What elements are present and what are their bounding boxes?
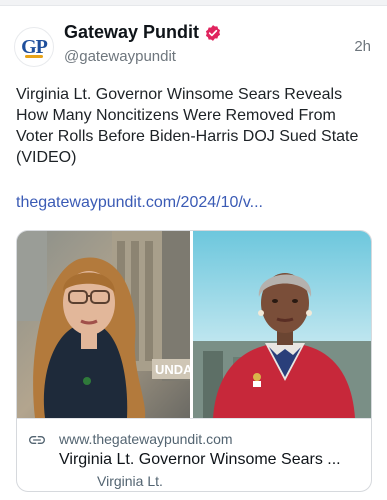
post-link[interactable]: thegatewaypundit.com/2024/10/v... [16, 194, 263, 212]
author-name-row: Gateway Pundit [64, 22, 222, 43]
video-still-left: UNDAY [17, 231, 190, 418]
image-overlay-text: UNDAY [155, 362, 190, 377]
link-preview-image[interactable]: UNDAY [17, 231, 371, 418]
link-preview-card[interactable]: UNDAY [16, 230, 372, 492]
top-divider [0, 0, 387, 6]
author-handle[interactable]: @gatewaypundit [64, 48, 176, 65]
avatar-logo-text: GP [21, 36, 48, 58]
video-still-right [193, 231, 371, 418]
verified-badge-icon [205, 24, 221, 41]
post-timestamp: 2h [354, 38, 371, 55]
avatar[interactable]: GP [14, 27, 54, 67]
link-preview-description: Virginia Lt. [97, 473, 163, 489]
avatar-logo-swoosh [25, 55, 43, 58]
link-preview-domain: www.thegatewaypundit.com [59, 431, 233, 447]
link-preview-title[interactable]: Virginia Lt. Governor Winsome Sears ... [59, 451, 364, 469]
author-name[interactable]: Gateway Pundit [64, 22, 199, 43]
link-icon [29, 436, 45, 445]
post-body-text: Virginia Lt. Governor Winsome Sears Reve… [16, 86, 359, 166]
link-preview-meta[interactable]: www.thegatewaypundit.com Virginia Lt. Go… [17, 418, 371, 491]
